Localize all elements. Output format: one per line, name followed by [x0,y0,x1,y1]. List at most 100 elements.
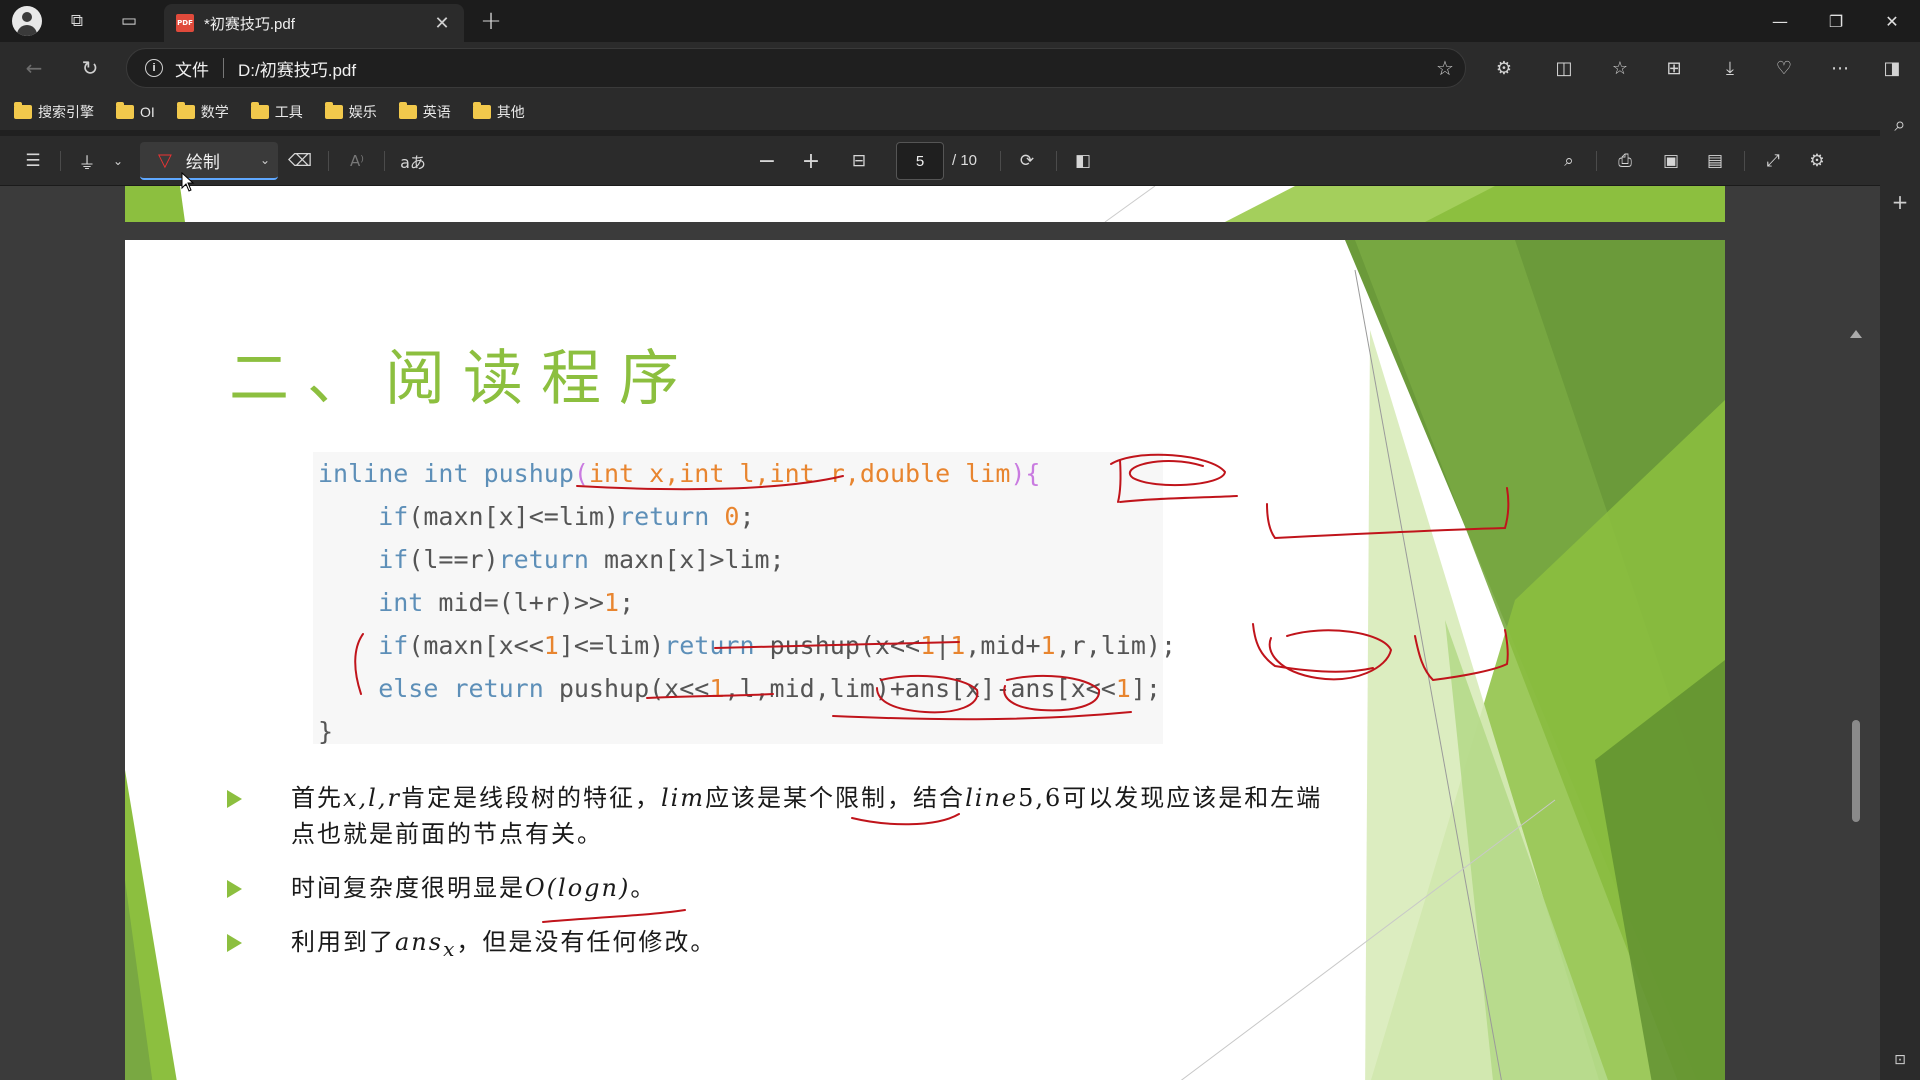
url-text[interactable]: D:/初赛技巧.pdf [238,56,1425,81]
search-icon[interactable]: ⌕ [1554,146,1584,176]
minimize-icon[interactable]: — [1752,0,1808,42]
refresh-icon[interactable]: ↻ [74,52,106,84]
collections-icon[interactable]: ⊞ [1656,50,1692,86]
split-screen-icon[interactable]: ◫ [1546,50,1582,86]
bookmark-folder[interactable]: 英语 [398,102,451,122]
save-icon[interactable]: ▣ [1656,146,1686,176]
ink-stroke [714,641,960,649]
ink-stroke [1110,453,1227,487]
page-number-input[interactable]: 5 [896,142,944,180]
bookmarks-bar: 搜索引擎 OI 数学 工具 娱乐 英语 其他 [0,94,1880,130]
ink-stroke [1003,674,1101,712]
pdf-toolbar: ☰ ⏚ ⌄ ▽ 绘制 ⌄ ⌫ A⁾ aあ − + ⊟ 5 / 10 ⟳ ◧ ⌕ … [0,136,1880,186]
contents-icon[interactable]: ☰ [18,146,48,176]
scrollbar-thumb[interactable] [1852,720,1860,822]
divider [60,151,61,171]
page-total: / 10 [952,152,978,169]
restore-icon[interactable]: ❐ [1808,0,1864,42]
text-tool-button[interactable]: aあ [396,146,430,176]
chevron-down-icon[interactable]: ⌄ [106,146,130,176]
workspaces-icon[interactable]: ⧉ [62,6,92,36]
bookmark-folder[interactable]: 数学 [176,102,229,122]
performance-icon[interactable]: ♡ [1766,50,1802,86]
new-tab-button[interactable]: + [476,6,506,36]
slide-decoration [125,186,1725,222]
eraser-icon[interactable]: ⌫ [285,146,315,176]
edge-sidebar: ⌕ + ⊡ [1880,94,1920,1080]
ink-stroke [1266,487,1510,540]
profile-icon[interactable] [12,6,42,36]
ink-stroke [1119,495,1238,503]
sidebar-toggle-icon[interactable]: ◨ [1874,50,1910,86]
search-icon[interactable]: ⌕ [1884,108,1916,140]
zoom-out-icon[interactable]: − [752,146,782,176]
scrollbar[interactable] [1846,186,1870,1080]
print-icon[interactable]: ⎙ [1610,146,1640,176]
read-aloud-icon: A⁾ [350,152,364,170]
tab-actions-icon[interactable]: ▭ [114,6,144,36]
tab-title: *初赛技巧.pdf [204,15,295,33]
address-bar[interactable]: i 文件 D:/初赛技巧.pdf ☆ [126,48,1466,88]
divider [1596,151,1597,171]
divider [384,151,385,171]
navigation-bar: ← ↻ i 文件 D:/初赛技巧.pdf ☆ ⚙ ◫ ☆ ⊞ ⤓ ♡ ⋯ ◨ [0,42,1920,94]
ink-stroke [576,475,844,491]
ink-stroke [1117,459,1122,503]
save-as-icon[interactable]: ▤ [1700,146,1730,176]
active-tab[interactable]: PDF *初赛技巧.pdf ✕ [164,4,464,42]
extensions-icon[interactable]: ⚙ [1486,50,1522,86]
pdf-viewer[interactable]: 二、阅读程序 inline int pushup(int x,int l,int… [0,186,1880,1080]
ink-stroke [832,711,1132,721]
downloads-icon[interactable]: ⤓ [1712,50,1748,86]
back-icon[interactable]: ← [18,52,50,84]
bookmark-folder[interactable]: 娱乐 [324,102,377,122]
pdf-page: 二、阅读程序 inline int pushup(int x,int l,int… [125,240,1725,1080]
bookmark-folder[interactable]: 其他 [472,102,525,122]
ink-stroke [646,693,774,699]
scroll-up-icon[interactable] [1850,330,1862,338]
ink-stroke [542,909,686,923]
folder-icon [250,102,269,119]
close-icon[interactable]: ✕ [430,11,454,35]
bookmark-folder[interactable]: 工具 [250,102,303,122]
ink-stroke [1414,629,1509,682]
zoom-in-icon[interactable]: + [796,146,826,176]
favorite-star-icon[interactable]: ☆ [1425,56,1465,81]
ink-annotations[interactable] [125,240,1725,1080]
highlight-icon[interactable]: ⏚ [72,146,102,176]
fit-width-icon[interactable]: ⊟ [844,146,874,176]
rotate-icon[interactable]: ⟳ [1012,146,1042,176]
plus-icon[interactable]: + [1884,186,1916,218]
ink-stroke [354,633,364,695]
divider [223,58,224,78]
favorites-icon[interactable]: ☆ [1602,50,1638,86]
draw-label: 绘制 [185,152,220,172]
divider [1744,151,1745,171]
info-icon[interactable]: i [145,59,163,77]
title-bar: ⧉ ▭ PDF *初赛技巧.pdf ✕ + — ❐ ✕ [0,0,1920,42]
ink-stroke [851,813,960,826]
bookmark-folder[interactable]: OI [116,102,155,120]
fullscreen-icon[interactable]: ⤢ [1758,146,1788,176]
customize-sidebar-icon[interactable]: ⊡ [1884,1044,1916,1076]
folder-icon [472,102,491,119]
folder-icon [398,102,417,119]
divider [1000,151,1001,171]
bookmark-folder[interactable]: 搜索引擎 [14,102,94,122]
ink-stroke [876,674,979,714]
pdf-file-icon: PDF [176,14,194,32]
pen-icon: ▽ [158,149,172,171]
scheme-label: 文件 [175,60,209,80]
folder-icon [116,102,134,119]
page-view-icon[interactable]: ◧ [1068,146,1098,176]
close-window-button[interactable]: ✕ [1864,0,1920,42]
plus-icon: + [480,6,502,36]
draw-tool-button[interactable]: ▽ 绘制 ⌄ [140,142,278,180]
folder-icon [14,102,32,119]
previous-page [125,186,1725,222]
more-icon[interactable]: ⋯ [1822,50,1858,86]
divider [328,151,329,171]
settings-icon[interactable]: ⚙ [1802,146,1832,176]
folder-icon [176,102,195,119]
chevron-down-icon[interactable]: ⌄ [252,153,278,167]
